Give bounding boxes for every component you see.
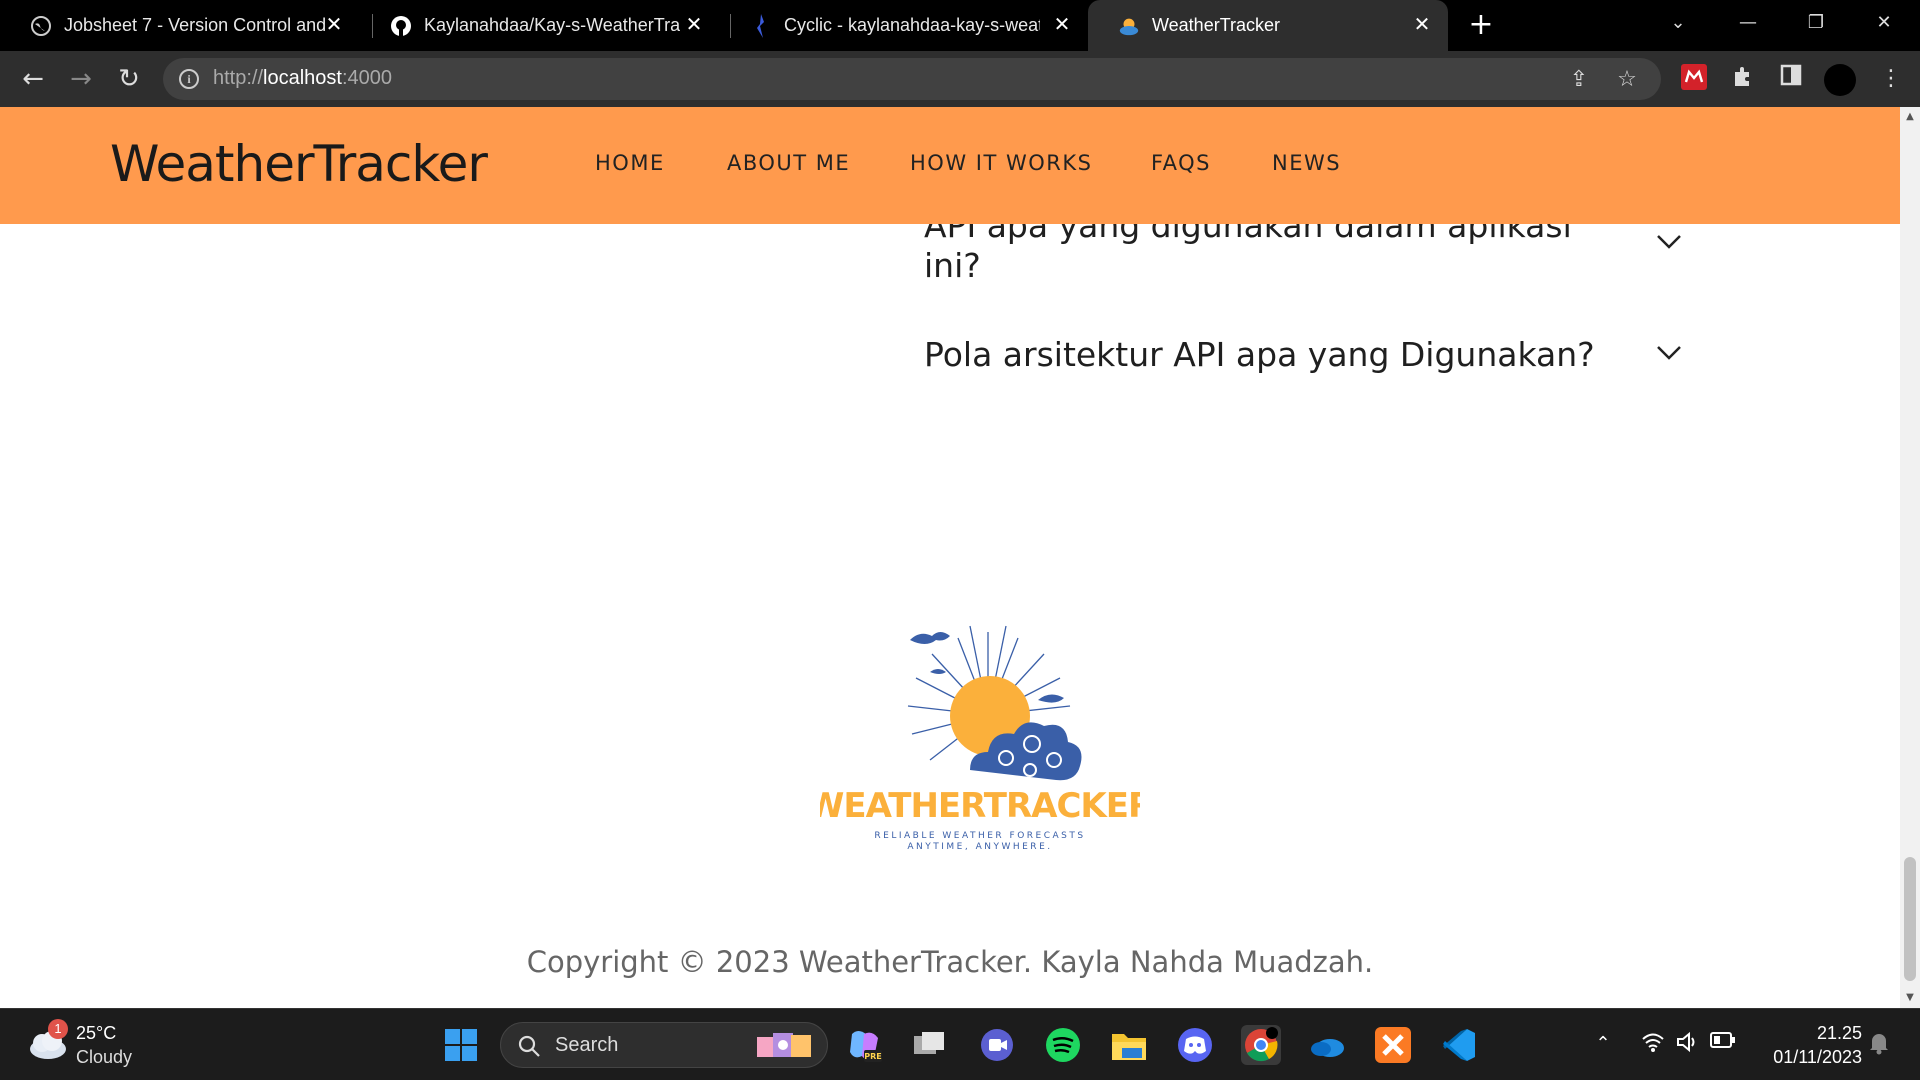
scroll-up-icon[interactable]: ▲ bbox=[1904, 111, 1916, 123]
file-explorer-icon[interactable] bbox=[1109, 1025, 1149, 1065]
tab-title: Jobsheet 7 - Version Control and bbox=[64, 15, 327, 35]
windows-start-icon[interactable] bbox=[441, 1025, 481, 1065]
url-text: http://localhost:4000 bbox=[213, 67, 392, 90]
side-panel-icon[interactable] bbox=[1776, 64, 1806, 94]
xampp-icon[interactable] bbox=[1373, 1025, 1413, 1065]
svg-text:PRE: PRE bbox=[864, 1052, 882, 1061]
task-view-icon[interactable] bbox=[909, 1025, 949, 1065]
restore-icon[interactable]: ❐ bbox=[1798, 8, 1834, 38]
close-tab-icon[interactable]: ✕ bbox=[682, 13, 706, 37]
weather-favicon-icon bbox=[1118, 15, 1140, 37]
new-tab-button[interactable]: + bbox=[1466, 10, 1496, 40]
chrome-icon[interactable] bbox=[1241, 1025, 1281, 1065]
notification-bell-icon[interactable] bbox=[1866, 1031, 1892, 1057]
site-info-icon[interactable]: i bbox=[179, 69, 199, 89]
extensions-puzzle-icon[interactable] bbox=[1728, 64, 1758, 94]
copilot-icon[interactable]: PRE bbox=[845, 1025, 885, 1065]
tab-title: Cyclic - kaylanahdaa-kay-s-weat bbox=[784, 15, 1040, 35]
page-scrollbar[interactable]: ▲ ▼ bbox=[1900, 107, 1920, 1008]
search-label: Search bbox=[555, 1034, 619, 1056]
chevron-down-icon[interactable] bbox=[1654, 226, 1684, 256]
taskbar-search[interactable]: Search bbox=[500, 1022, 828, 1068]
close-tab-icon[interactable]: ✕ bbox=[1410, 13, 1434, 37]
taskbar-weather-widget[interactable]: 1 25°C Cloudy bbox=[26, 1019, 186, 1067]
page-viewport: WeatherTracker HOME ABOUT ME HOW IT WORK… bbox=[0, 107, 1900, 1008]
mendeley-extension-icon[interactable] bbox=[1679, 64, 1709, 94]
footer-copyright: Copyright © 2023 WeatherTracker. Kayla N… bbox=[526, 945, 1374, 979]
tab-weathertracker[interactable]: WeatherTracker ✕ bbox=[1088, 0, 1448, 51]
scrollbar-thumb[interactable] bbox=[1904, 857, 1916, 981]
nav-about-me[interactable]: ABOUT ME bbox=[727, 151, 850, 175]
tab-title: WeatherTracker bbox=[1152, 15, 1281, 35]
tray-overflow-chevron-icon[interactable]: ⌃ bbox=[1590, 1031, 1616, 1057]
bookmark-star-icon[interactable]: ☆ bbox=[1615, 68, 1639, 92]
close-tab-icon[interactable]: ✕ bbox=[1050, 13, 1074, 37]
globe-icon bbox=[30, 15, 52, 37]
spotify-icon[interactable] bbox=[1043, 1025, 1083, 1065]
battery-icon[interactable] bbox=[1710, 1031, 1736, 1057]
taskbar-clock[interactable]: 21.25 01/11/2023 bbox=[1752, 1021, 1862, 1069]
tab-search-chevron-icon[interactable]: ⌄ bbox=[1660, 8, 1696, 38]
weather-badge: 1 bbox=[48, 1019, 68, 1039]
logo-wordmark: WEATHERTRACKER bbox=[820, 786, 1140, 826]
faq-question: Pola arsitektur API apa yang Digunakan? bbox=[924, 335, 1595, 374]
weather-temp: 25°C bbox=[76, 1023, 117, 1043]
tab-cyclic[interactable]: Cyclic - kaylanahdaa-kay-s-weat ✕ bbox=[720, 0, 1088, 51]
nav-home[interactable]: HOME bbox=[595, 151, 665, 175]
chevron-down-icon[interactable] bbox=[1654, 337, 1684, 367]
url-host: localhost bbox=[263, 67, 342, 89]
url-scheme: http:// bbox=[213, 67, 264, 89]
weather-condition: Cloudy bbox=[76, 1047, 133, 1067]
nav-faqs[interactable]: FAQS bbox=[1151, 151, 1211, 175]
scroll-down-icon[interactable]: ▼ bbox=[1904, 992, 1916, 1004]
site-brand[interactable]: WeatherTracker bbox=[110, 135, 488, 193]
back-arrow-icon[interactable]: ← bbox=[18, 64, 48, 94]
nav-how-it-works[interactable]: HOW IT WORKS bbox=[910, 151, 1092, 175]
logo-tagline-1: RELIABLE WEATHER FORECASTS bbox=[874, 831, 1085, 841]
forward-arrow-icon[interactable]: → bbox=[66, 64, 96, 94]
wifi-icon[interactable] bbox=[1640, 1031, 1666, 1057]
url-port: :4000 bbox=[341, 67, 393, 89]
site-header: WeatherTracker HOME ABOUT ME HOW IT WORK… bbox=[0, 107, 1900, 224]
faq-item[interactable]: Pola arsitektur API apa yang Digunakan? bbox=[924, 335, 1684, 375]
logo-tagline-2: ANYTIME, ANYWHERE. bbox=[907, 842, 1052, 852]
sun-cloud-logo-icon: WEATHERTRACKER RELIABLE WEATHER FORECAST… bbox=[807, 625, 1155, 852]
tab-jobsheet[interactable]: Jobsheet 7 - Version Control and ✕ bbox=[0, 0, 360, 51]
vscode-icon[interactable] bbox=[1439, 1025, 1479, 1065]
profile-avatar[interactable] bbox=[1824, 64, 1856, 96]
footer-logo: WEATHERTRACKER RELIABLE WEATHER FORECAST… bbox=[807, 620, 1155, 880]
discord-icon[interactable] bbox=[1175, 1025, 1215, 1065]
github-icon bbox=[390, 15, 412, 37]
close-window-icon[interactable]: ✕ bbox=[1866, 8, 1902, 38]
browser-menu-icon[interactable]: ⋮ bbox=[1876, 64, 1906, 94]
windows-taskbar: 1 25°C Cloudy Search PRE ⌃ 21.25 01/11/2… bbox=[0, 1008, 1920, 1080]
clipchamp-icon[interactable] bbox=[977, 1025, 1017, 1065]
tab-github[interactable]: Kaylanahdaa/Kay-s-WeatherTrac ✕ bbox=[360, 0, 720, 51]
volume-icon[interactable] bbox=[1674, 1031, 1700, 1057]
address-bar[interactable]: i http://localhost:4000 ⇪ ☆ bbox=[163, 58, 1661, 100]
search-icon bbox=[518, 1035, 540, 1057]
cyclic-icon bbox=[750, 13, 772, 38]
close-tab-icon[interactable]: ✕ bbox=[322, 13, 346, 37]
search-highlight-icon bbox=[757, 1033, 811, 1057]
clock-time: 21.25 bbox=[1816, 1023, 1862, 1043]
minimize-icon[interactable]: — bbox=[1730, 8, 1766, 38]
reload-icon[interactable]: ↻ bbox=[114, 64, 144, 94]
browser-tab-strip: Jobsheet 7 - Version Control and ✕ Kayla… bbox=[0, 0, 1920, 51]
tab-title: Kaylanahdaa/Kay-s-WeatherTrac bbox=[424, 15, 680, 35]
clock-date: 01/11/2023 bbox=[1773, 1047, 1862, 1067]
onedrive-icon[interactable] bbox=[1307, 1025, 1347, 1065]
share-icon[interactable]: ⇪ bbox=[1567, 68, 1591, 92]
browser-toolbar: ← → ↻ i http://localhost:4000 ⇪ ☆ ⋮ bbox=[0, 51, 1920, 107]
nav-news[interactable]: NEWS bbox=[1272, 151, 1341, 175]
